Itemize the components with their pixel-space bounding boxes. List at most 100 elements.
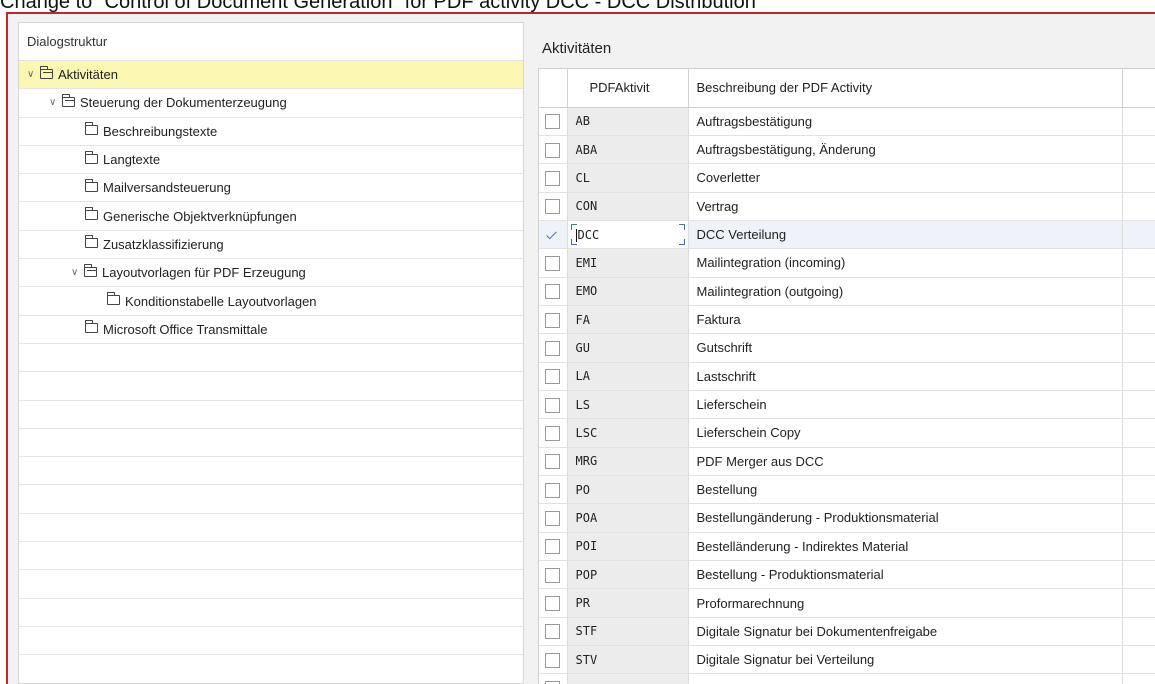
row-checkbox[interactable]	[545, 454, 561, 470]
tree-node[interactable]: Langtexte	[19, 146, 523, 175]
tree-node[interactable]: Konditionstabelle Layoutvorlagen	[19, 287, 523, 316]
row-checkbox[interactable]	[545, 425, 561, 441]
row-selector-cell[interactable]	[539, 560, 568, 590]
row-checkbox[interactable]	[545, 284, 561, 300]
pdf-activity-description[interactable]: Digitale Signatur bei Dokumentenfreigabe	[688, 617, 1123, 647]
row-selector-cell[interactable]	[539, 588, 568, 618]
row-selector-cell[interactable]	[539, 333, 568, 363]
row-selector-cell[interactable]	[539, 447, 568, 476]
pdf-activity-description[interactable]: Auftragsbestätigung, Änderung	[688, 135, 1123, 165]
pdf-activity-code-cell[interactable]: EMO	[567, 277, 689, 306]
pdf-activity-description[interactable]: PDF Merger aus DCC	[688, 447, 1123, 476]
pdf-activity-code-cell[interactable]: POA	[567, 503, 689, 533]
table-row[interactable]	[539, 673, 1155, 684]
pdf-activity-description[interactable]: DCC Verteilung	[688, 220, 1123, 250]
pdf-activity-code-cell[interactable]: AB	[567, 107, 689, 136]
pdf-activity-description[interactable]: Coverletter	[688, 163, 1123, 193]
pdf-activity-description[interactable]: Mailintegration (incoming)	[688, 248, 1123, 278]
table-row[interactable]: STF Digitale Signatur bei Dokumentenfreig…	[539, 617, 1155, 647]
column-header-pdfaktivit[interactable]: PDFAktivit	[567, 69, 689, 108]
row-selector-cell[interactable]	[539, 305, 568, 335]
pdf-activity-description[interactable]: Proformarechnung	[688, 588, 1123, 618]
row-checkbox[interactable]	[545, 397, 561, 413]
row-checkbox[interactable]	[545, 567, 561, 583]
tree-node[interactable]: Mailversandsteuerung	[19, 174, 523, 203]
pdf-activity-code-cell[interactable]: MRG	[567, 447, 689, 476]
row-checkbox[interactable]	[545, 312, 561, 328]
pdf-activity-description[interactable]: Digitale Signatur bei Verteilung	[688, 645, 1123, 675]
pdf-activity-code-cell[interactable]: PR	[567, 588, 689, 618]
pdf-activity-code-cell[interactable]: FA	[567, 305, 689, 335]
row-selector-cell[interactable]	[539, 277, 568, 306]
pdf-activity-code-cell[interactable]: DCC	[567, 220, 689, 250]
pdf-activity-code-cell[interactable]: GU	[567, 333, 689, 363]
pdf-activity-description[interactable]: Bestelländerung - Indirektes Material	[688, 532, 1123, 562]
chevron-down-icon[interactable]: ∨	[49, 97, 61, 108]
row-selector-cell[interactable]	[539, 617, 568, 647]
row-selector-cell[interactable]	[539, 362, 568, 391]
table-row[interactable]: DCC DCC Verteilung	[539, 220, 1155, 250]
tree-node[interactable]: Beschreibungstexte	[19, 118, 523, 146]
table-row[interactable]: AB Auftragsbestätigung	[539, 107, 1155, 136]
row-checkbox[interactable]	[545, 482, 561, 498]
row-checkbox[interactable]	[545, 539, 561, 555]
pdf-activity-code-cell[interactable]	[567, 673, 689, 684]
table-row[interactable]: ABA Auftragsbestätigung, Änderung	[539, 135, 1155, 165]
row-checkbox[interactable]	[545, 340, 561, 356]
chevron-down-icon[interactable]: ∨	[71, 267, 83, 278]
pdf-activity-description[interactable]: Bestellungänderung - Produktionsmaterial	[688, 503, 1123, 533]
pdf-activity-code-cell[interactable]: CL	[567, 163, 689, 193]
tree-node[interactable]: ∨ Layoutvorlagen für PDF Erzeugung	[19, 259, 523, 288]
row-checkbox[interactable]	[545, 596, 561, 612]
table-row[interactable]: STV Digitale Signatur bei Verteilung	[539, 645, 1155, 675]
select-all-column-header[interactable]	[539, 69, 568, 108]
table-row[interactable]: LSC Lieferschein Copy	[539, 418, 1155, 448]
pdf-activity-description[interactable]: Faktura	[688, 305, 1123, 335]
row-selector-cell[interactable]	[539, 107, 568, 136]
table-row[interactable]: LS Lieferschein	[539, 390, 1155, 420]
table-row[interactable]: GU Gutschrift	[539, 333, 1155, 363]
row-checkbox[interactable]	[545, 199, 561, 215]
row-selector-cell[interactable]	[539, 418, 568, 448]
row-checkbox-checked[interactable]	[545, 228, 560, 243]
pdf-activity-description[interactable]: Bestellung - Produktionsmaterial	[688, 560, 1123, 590]
table-row[interactable]: MRG PDF Merger aus DCC	[539, 447, 1155, 476]
row-selector-cell[interactable]	[539, 475, 568, 505]
pdf-activity-description[interactable]: Bestellung	[688, 475, 1123, 505]
table-row[interactable]: POI Bestelländerung - Indirektes Material	[539, 532, 1155, 562]
row-selector-cell[interactable]	[539, 192, 568, 221]
pdf-activity-description[interactable]: Mailintegration (outgoing)	[688, 277, 1123, 306]
pdf-activity-code-cell[interactable]: LSC	[567, 418, 689, 448]
row-selector-cell[interactable]	[539, 220, 568, 250]
tree-node[interactable]: Microsoft Office Transmittale	[19, 316, 523, 344]
pdf-activity-code-cell[interactable]: ABA	[567, 135, 689, 165]
row-selector-cell[interactable]	[539, 163, 568, 193]
row-selector-cell[interactable]	[539, 390, 568, 420]
chevron-down-icon[interactable]: ∨	[27, 69, 39, 80]
pdf-activity-description[interactable]: Auftragsbestätigung	[688, 107, 1123, 136]
row-checkbox[interactable]	[545, 652, 561, 668]
row-checkbox[interactable]	[545, 369, 561, 385]
tree-node[interactable]: ∨ Steuerung der Dokumenterzeugung	[19, 89, 523, 118]
pdf-activity-code-cell[interactable]: POP	[567, 560, 689, 590]
row-selector-cell[interactable]	[539, 645, 568, 675]
table-row[interactable]: LA Lastschrift	[539, 362, 1155, 391]
table-row[interactable]: EMI Mailintegration (incoming)	[539, 248, 1155, 278]
row-checkbox[interactable]	[545, 255, 561, 271]
pdf-activity-description[interactable]: Lastschrift	[688, 362, 1123, 391]
table-row[interactable]: PO Bestellung	[539, 475, 1155, 505]
pdf-activity-description[interactable]: Lieferschein Copy	[688, 418, 1123, 448]
pdf-activity-code-cell[interactable]: POI	[567, 532, 689, 562]
pdf-activity-code-cell[interactable]: LA	[567, 362, 689, 391]
row-checkbox[interactable]	[545, 624, 561, 640]
table-row[interactable]: EMO Mailintegration (outgoing)	[539, 277, 1155, 306]
pdf-activity-code-cell[interactable]: EMI	[567, 248, 689, 278]
table-row[interactable]: CL Coverletter	[539, 163, 1155, 193]
row-selector-cell[interactable]	[539, 135, 568, 165]
row-selector-cell[interactable]	[539, 503, 568, 533]
column-header-beschreibung[interactable]: Beschreibung der PDF Activity	[688, 69, 1123, 108]
pdf-activity-code-cell[interactable]: CON	[567, 192, 689, 221]
pdf-activity-code-cell[interactable]: STV	[567, 645, 689, 675]
pdf-activity-description[interactable]	[688, 673, 1123, 684]
row-selector-cell[interactable]	[539, 673, 568, 684]
